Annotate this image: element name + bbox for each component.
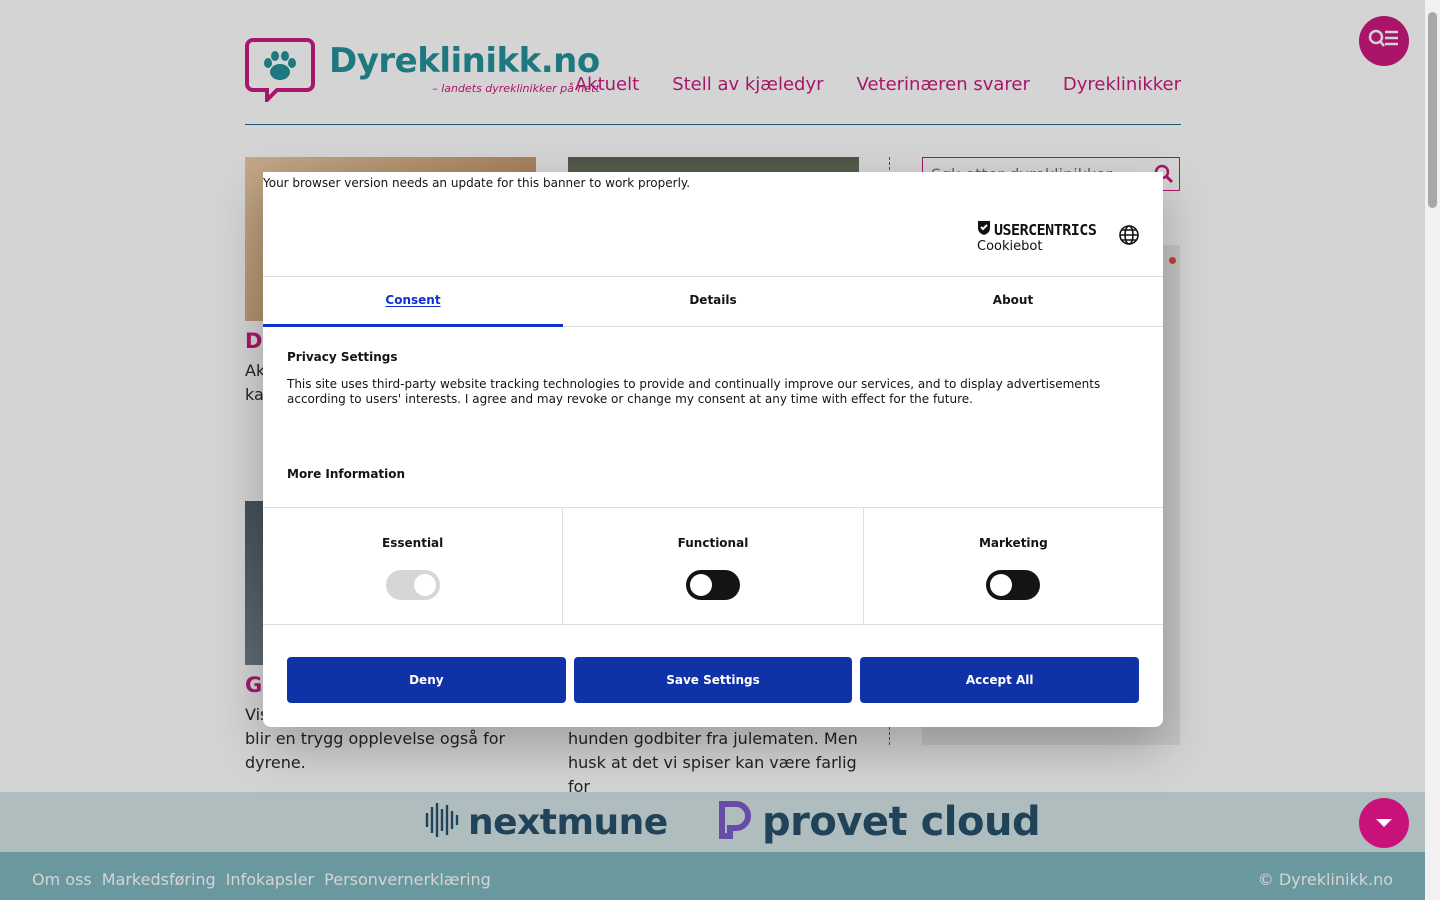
privacy-text: This site uses third-party website track… [287, 377, 1101, 406]
save-settings-button[interactable]: Save Settings [573, 657, 853, 703]
cookie-consent-dialog: Your browser version needs an update for… [263, 172, 1163, 727]
browser-warning: Your browser version needs an update for… [263, 176, 691, 190]
scrollbar-thumb[interactable] [1428, 12, 1437, 208]
consent-tabs: Consent Details About [263, 276, 1163, 327]
marketing-toggle[interactable] [986, 570, 1041, 600]
privacy-title: Privacy Settings [287, 350, 398, 364]
functional-toggle[interactable] [685, 570, 740, 600]
tab-details[interactable]: Details [563, 277, 863, 326]
brand-name: USERCENTRICS [994, 221, 1097, 239]
deny-button[interactable]: Deny [287, 657, 566, 703]
category-marketing: Marketing [864, 508, 1163, 624]
chevron-down-icon [1375, 814, 1393, 833]
accept-all-button[interactable]: Accept All [860, 657, 1140, 703]
cookiebot-logo: USERCENTRICS Cookiebot [977, 220, 1097, 254]
consent-actions: Deny Save Settings Accept All [287, 657, 1140, 703]
consent-categories: Essential Functional Marketing [263, 507, 1163, 625]
page-scrollbar[interactable] [1425, 0, 1440, 900]
category-label: Functional [677, 536, 749, 550]
scroll-down-button[interactable] [1359, 798, 1409, 848]
globe-icon[interactable] [1118, 224, 1140, 246]
category-label: Essential [382, 536, 444, 550]
category-essential: Essential [263, 508, 564, 624]
category-label: Marketing [978, 536, 1048, 550]
shield-icon [977, 220, 991, 240]
tab-about[interactable]: About [863, 277, 1163, 326]
brand-sub: Cookiebot [977, 239, 1043, 254]
tab-consent[interactable]: Consent [263, 277, 563, 327]
more-information-link[interactable]: More Information [287, 467, 405, 481]
essential-toggle [385, 570, 440, 600]
category-functional: Functional [563, 508, 864, 624]
